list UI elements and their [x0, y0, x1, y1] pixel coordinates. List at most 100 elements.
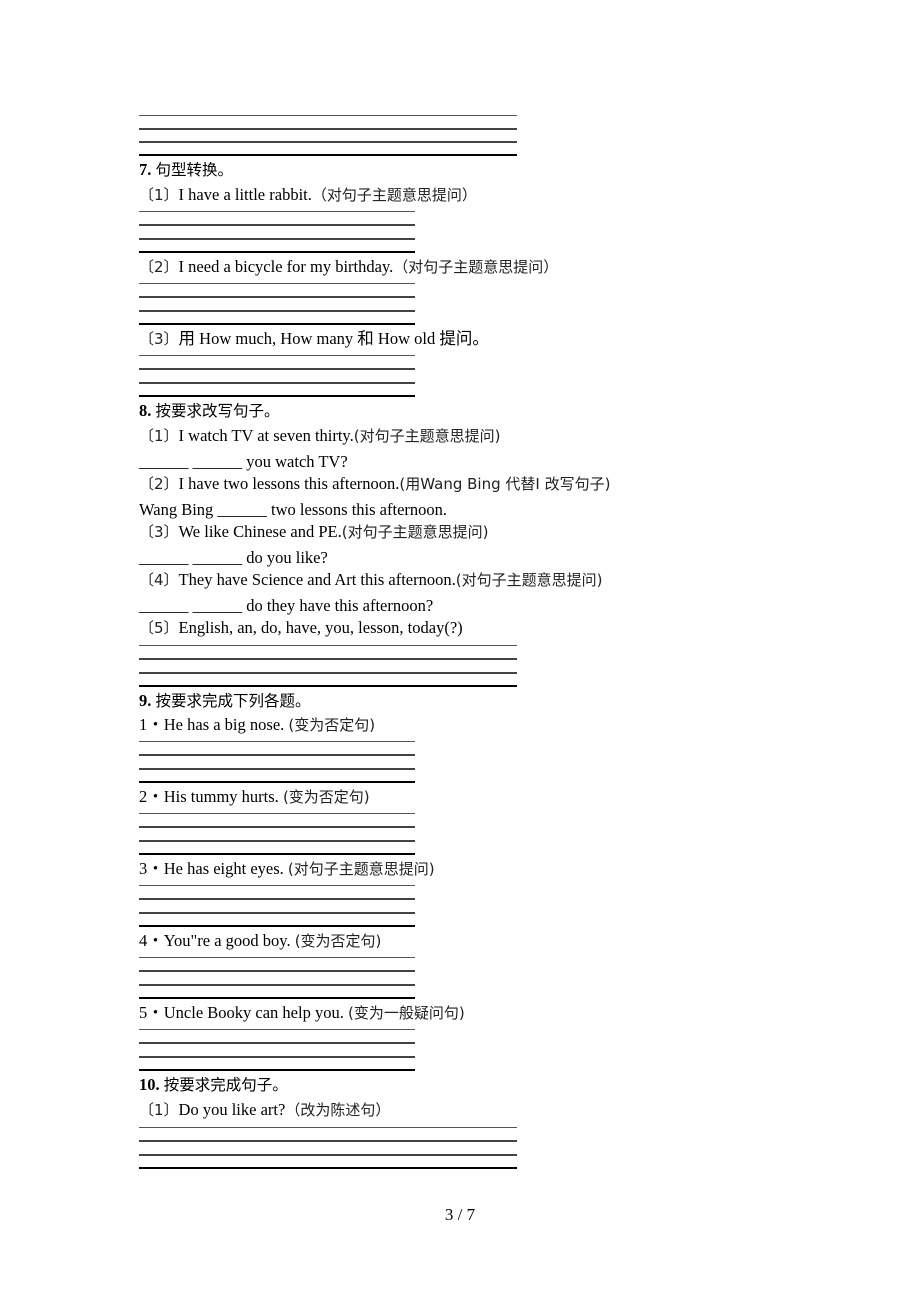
- answer-line[interactable]: [139, 885, 415, 886]
- answer-line[interactable]: [139, 1140, 517, 1142]
- q8-item-3: 〔3〕We like Chinese and PE.(对句子主题意思提问): [139, 522, 488, 542]
- answer-line[interactable]: [139, 741, 415, 742]
- section-8-title: 8. 按要求改写句子。: [139, 401, 280, 421]
- answer-line[interactable]: [139, 1167, 517, 1169]
- item-instruction: （改为陈述句）: [285, 1101, 391, 1119]
- answer-line[interactable]: [139, 154, 517, 156]
- item-label: 1・: [139, 715, 164, 734]
- section-9-title: 9. 按要求完成下列各题。: [139, 691, 311, 711]
- q8-answer-3[interactable]: ______ ______ do you like?: [139, 548, 328, 568]
- section-number: 7.: [139, 160, 152, 179]
- section-title: 按要求改写句子。: [155, 402, 280, 420]
- answer-line[interactable]: [139, 898, 415, 900]
- answer-line[interactable]: [139, 672, 517, 674]
- answer-line[interactable]: [139, 1127, 517, 1128]
- q9-item-4: 4・You"re a good boy. (变为否定句): [139, 931, 381, 951]
- item-sentence: Uncle Booky can help you.: [163, 1003, 348, 1022]
- answer-line[interactable]: [139, 141, 517, 143]
- q8-item-5: 〔5〕English, an, do, have, you, lesson, t…: [139, 618, 463, 638]
- answer-line[interactable]: [139, 658, 517, 660]
- item-sentence: We like Chinese and PE.: [178, 522, 342, 541]
- answer-line[interactable]: [139, 115, 517, 116]
- item-sentence: English, an, do, have, you, lesson, toda…: [178, 618, 463, 637]
- answer-line[interactable]: [139, 826, 415, 828]
- answer-line[interactable]: [139, 1042, 415, 1044]
- item-instruction: （对句子主题意思提问）: [311, 186, 477, 204]
- q9-item-2: 2・His tummy hurts. (变为否定句): [139, 787, 370, 807]
- answer-line[interactable]: [139, 296, 415, 298]
- q7-item-3: 〔3〕用 How much, How many 和 How old 提问。: [139, 329, 489, 349]
- item-sentence: He has eight eyes.: [163, 859, 288, 878]
- item-sentence: I need a bicycle for my birthday.: [178, 257, 394, 276]
- answer-line[interactable]: [139, 754, 415, 756]
- item-label: 〔4〕: [139, 571, 179, 589]
- item-instruction: (对句子主题意思提问): [455, 571, 603, 589]
- answer-line[interactable]: [139, 1069, 415, 1071]
- answer-line[interactable]: [139, 368, 415, 370]
- item-label: 〔2〕: [139, 258, 179, 276]
- item-instruction: (对句子主题意思提问): [353, 427, 501, 445]
- item-label: 5・: [139, 1003, 164, 1022]
- answer-line[interactable]: [139, 310, 415, 312]
- answer-line[interactable]: [139, 645, 517, 646]
- answer-line[interactable]: [139, 1056, 415, 1058]
- answer-line[interactable]: [139, 925, 415, 927]
- answer-line[interactable]: [139, 768, 415, 770]
- worksheet-page: 7. 句型转换。 〔1〕I have a little rabbit.（对句子主…: [0, 0, 920, 1302]
- section-7-title: 7. 句型转换。: [139, 160, 233, 180]
- item-label: 〔3〕: [139, 330, 179, 348]
- item-label: 〔3〕: [139, 523, 179, 541]
- answer-line[interactable]: [139, 355, 415, 356]
- answer-line[interactable]: [139, 128, 517, 130]
- answer-line[interactable]: [139, 840, 415, 842]
- q9-item-1: 1・He has a big nose. (变为否定句): [139, 715, 375, 735]
- section-title: 句型转换。: [155, 161, 234, 179]
- answer-line[interactable]: [139, 957, 415, 958]
- answer-line[interactable]: [139, 970, 415, 972]
- q8-item-1: 〔1〕I watch TV at seven thirty.(对句子主题意思提问…: [139, 426, 500, 446]
- q8-item-4: 〔4〕They have Science and Art this aftern…: [139, 570, 602, 590]
- page-number: 3 / 7: [444, 1205, 476, 1224]
- answer-line[interactable]: [139, 283, 415, 284]
- q10-item-1: 〔1〕Do you like art?（改为陈述句）: [139, 1100, 390, 1120]
- item-sentence: I watch TV at seven thirty.: [178, 426, 354, 445]
- section-10-title: 10. 按要求完成句子。: [139, 1075, 288, 1095]
- item-label: 〔1〕: [139, 1101, 179, 1119]
- answer-line[interactable]: [139, 251, 415, 253]
- item-instruction: (对句子主题意思提问): [287, 860, 435, 878]
- answer-line[interactable]: [139, 323, 415, 325]
- item-sentence: He has a big nose.: [163, 715, 289, 734]
- q8-answer-1[interactable]: ______ ______ you watch TV?: [139, 452, 348, 472]
- q8-answer-4[interactable]: ______ ______ do they have this afternoo…: [139, 596, 433, 616]
- answer-line[interactable]: [139, 382, 415, 384]
- item-label: 〔2〕: [139, 475, 179, 493]
- item-sentence: You"re a good boy.: [163, 931, 295, 950]
- item-instruction: （对句子主题意思提问）: [393, 258, 559, 276]
- answer-line[interactable]: [139, 781, 415, 783]
- answer-line[interactable]: [139, 1154, 517, 1156]
- answer-line[interactable]: [139, 997, 415, 999]
- item-sentence: I have two lessons this afternoon.: [178, 474, 400, 493]
- q8-answer-2[interactable]: Wang Bing ______ two lessons this aftern…: [139, 500, 447, 520]
- answer-line[interactable]: [139, 685, 517, 687]
- answer-line[interactable]: [139, 395, 415, 397]
- section-title: 按要求完成下列各题。: [155, 692, 311, 710]
- answer-line[interactable]: [139, 238, 415, 240]
- q9-item-3: 3・He has eight eyes. (对句子主题意思提问): [139, 859, 435, 879]
- item-instruction: (变为否定句): [288, 716, 376, 734]
- answer-line[interactable]: [139, 912, 415, 914]
- q9-item-5: 5・Uncle Booky can help you. (变为一般疑问句): [139, 1003, 465, 1023]
- item-label: 〔1〕: [139, 186, 179, 204]
- answer-line[interactable]: [139, 984, 415, 986]
- answer-line[interactable]: [139, 813, 415, 814]
- answer-line[interactable]: [139, 211, 415, 212]
- item-label: 3・: [139, 859, 164, 878]
- item-label: 2・: [139, 787, 164, 806]
- answer-line[interactable]: [139, 1029, 415, 1030]
- q7-item-1: 〔1〕I have a little rabbit.（对句子主题意思提问）: [139, 185, 477, 205]
- item-label: 〔1〕: [139, 427, 179, 445]
- item-sentence: I have a little rabbit.: [178, 185, 312, 204]
- answer-line[interactable]: [139, 853, 415, 855]
- item-instruction: (对句子主题意思提问): [341, 523, 489, 541]
- answer-line[interactable]: [139, 224, 415, 226]
